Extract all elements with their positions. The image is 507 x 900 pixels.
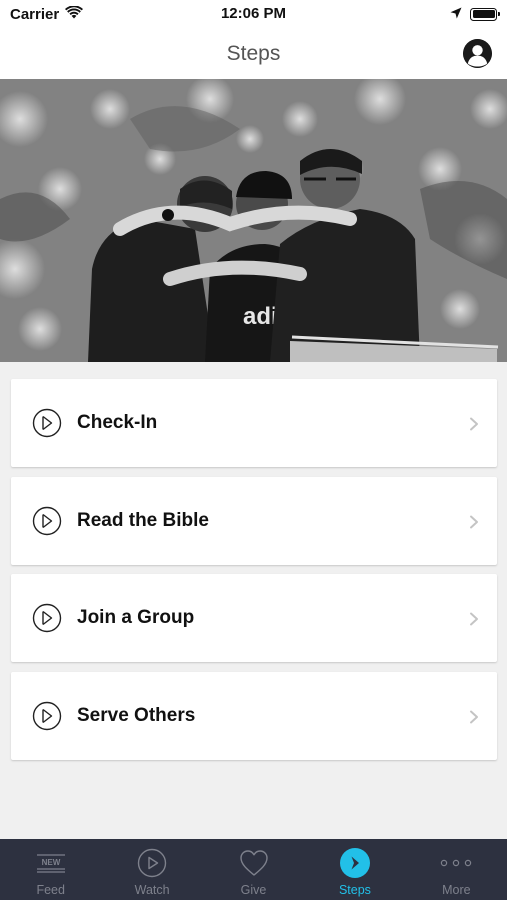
navigation-bar: Steps <box>0 28 507 79</box>
step-arrow-icon <box>32 701 62 731</box>
step-arrow-icon <box>32 603 62 633</box>
chevron-right-icon <box>469 612 479 626</box>
feed-icon: NEW <box>35 847 67 878</box>
heart-icon <box>239 847 269 878</box>
step-label: Read the Bible <box>77 509 209 531</box>
person-icon <box>463 39 492 68</box>
step-card-check-in[interactable]: Check-In <box>11 379 497 467</box>
status-time: 12:06 PM <box>220 5 287 22</box>
step-card-join-a-group[interactable]: Join a Group <box>11 574 497 663</box>
play-icon <box>137 847 167 878</box>
tab-label: Steps <box>338 883 371 897</box>
hero-image: adidas <box>0 79 507 362</box>
tab-bar: NEW Feed Watch Give Steps More <box>0 839 507 900</box>
status-bar: Carrier 12:06 PM <box>0 0 507 28</box>
steps-icon <box>339 847 370 878</box>
steps-list: Check-In Read the Bible Join a Group Ser… <box>11 379 497 770</box>
tab-give[interactable]: Give <box>203 839 304 900</box>
step-card-serve-others[interactable]: Serve Others <box>11 672 497 761</box>
step-label: Join a Group <box>77 607 195 629</box>
page-title: Steps <box>226 41 281 65</box>
tab-feed[interactable]: NEW Feed <box>0 839 101 900</box>
more-dots-icon <box>440 847 472 878</box>
tab-label: Give <box>240 883 267 897</box>
step-arrow-icon <box>32 506 62 536</box>
tab-label: Feed <box>36 883 65 897</box>
step-arrow-icon <box>32 408 62 438</box>
tab-more[interactable]: More <box>406 839 507 900</box>
tab-label: Watch <box>134 883 170 897</box>
feed-badge-text: NEW <box>41 858 60 867</box>
chevron-right-icon <box>469 710 479 724</box>
battery-icon <box>470 7 500 21</box>
profile-button[interactable] <box>463 39 492 68</box>
step-card-read-the-bible[interactable]: Read the Bible <box>11 476 497 565</box>
tab-steps[interactable]: Steps <box>304 839 405 900</box>
chevron-right-icon <box>469 417 479 431</box>
tab-label: More <box>442 883 471 897</box>
group-prayer-photo: adidas <box>0 79 507 362</box>
chevron-right-icon <box>469 515 479 529</box>
step-label: Check-In <box>77 412 158 433</box>
tab-watch[interactable]: Watch <box>101 839 202 900</box>
step-label: Serve Others <box>77 705 196 727</box>
